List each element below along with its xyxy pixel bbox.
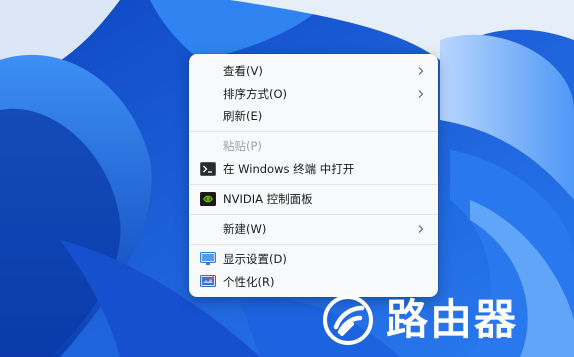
menu-item-paste: 粘贴(P) xyxy=(193,135,434,157)
menu-item-open-in-terminal-label: 在 Windows 终端 中打开 xyxy=(223,162,355,176)
terminal-icon xyxy=(200,162,216,176)
desktop-context-menu: 查看(V) 排序方式(O) 刷新(E) 粘贴(P) 在 Windows 终端 中… xyxy=(189,54,438,297)
menu-separator xyxy=(190,184,437,185)
menu-item-view-label: 查看(V) xyxy=(223,64,263,78)
nvidia-icon xyxy=(200,192,216,206)
chevron-right-icon xyxy=(418,90,424,98)
menu-separator xyxy=(190,131,437,132)
menu-item-nvidia-control-panel-label: NVIDIA 控制面板 xyxy=(223,192,313,206)
display-settings-icon xyxy=(200,252,216,265)
menu-item-refresh-label: 刷新(E) xyxy=(223,109,263,123)
watermark-text: 路由器 xyxy=(386,295,519,344)
menu-item-display-settings[interactable]: 显示设置(D) xyxy=(193,248,434,270)
chevron-right-icon xyxy=(418,67,424,75)
personalize-icon xyxy=(200,275,216,287)
menu-item-refresh[interactable]: 刷新(E) xyxy=(193,105,434,127)
menu-item-personalize[interactable]: 个性化(R) xyxy=(193,271,434,293)
menu-item-display-settings-label: 显示设置(D) xyxy=(223,252,287,266)
menu-item-sort-by-label: 排序方式(O) xyxy=(223,87,288,101)
menu-item-view[interactable]: 查看(V) xyxy=(193,60,434,82)
menu-item-personalize-label: 个性化(R) xyxy=(223,275,275,289)
menu-item-new-label: 新建(W) xyxy=(223,222,267,236)
menu-item-new[interactable]: 新建(W) xyxy=(193,218,434,240)
router-logo-icon xyxy=(323,295,373,345)
menu-item-open-in-terminal[interactable]: 在 Windows 终端 中打开 xyxy=(193,158,434,180)
desktop[interactable]: 查看(V) 排序方式(O) 刷新(E) 粘贴(P) 在 Windows 终端 中… xyxy=(0,0,574,357)
menu-item-paste-label: 粘贴(P) xyxy=(223,139,262,153)
chevron-right-icon xyxy=(418,225,424,233)
router-watermark: 路由器 xyxy=(322,292,562,348)
menu-separator xyxy=(190,244,437,245)
menu-item-nvidia-control-panel[interactable]: NVIDIA 控制面板 xyxy=(193,188,434,210)
menu-item-sort-by[interactable]: 排序方式(O) xyxy=(193,83,434,105)
menu-separator xyxy=(190,214,437,215)
